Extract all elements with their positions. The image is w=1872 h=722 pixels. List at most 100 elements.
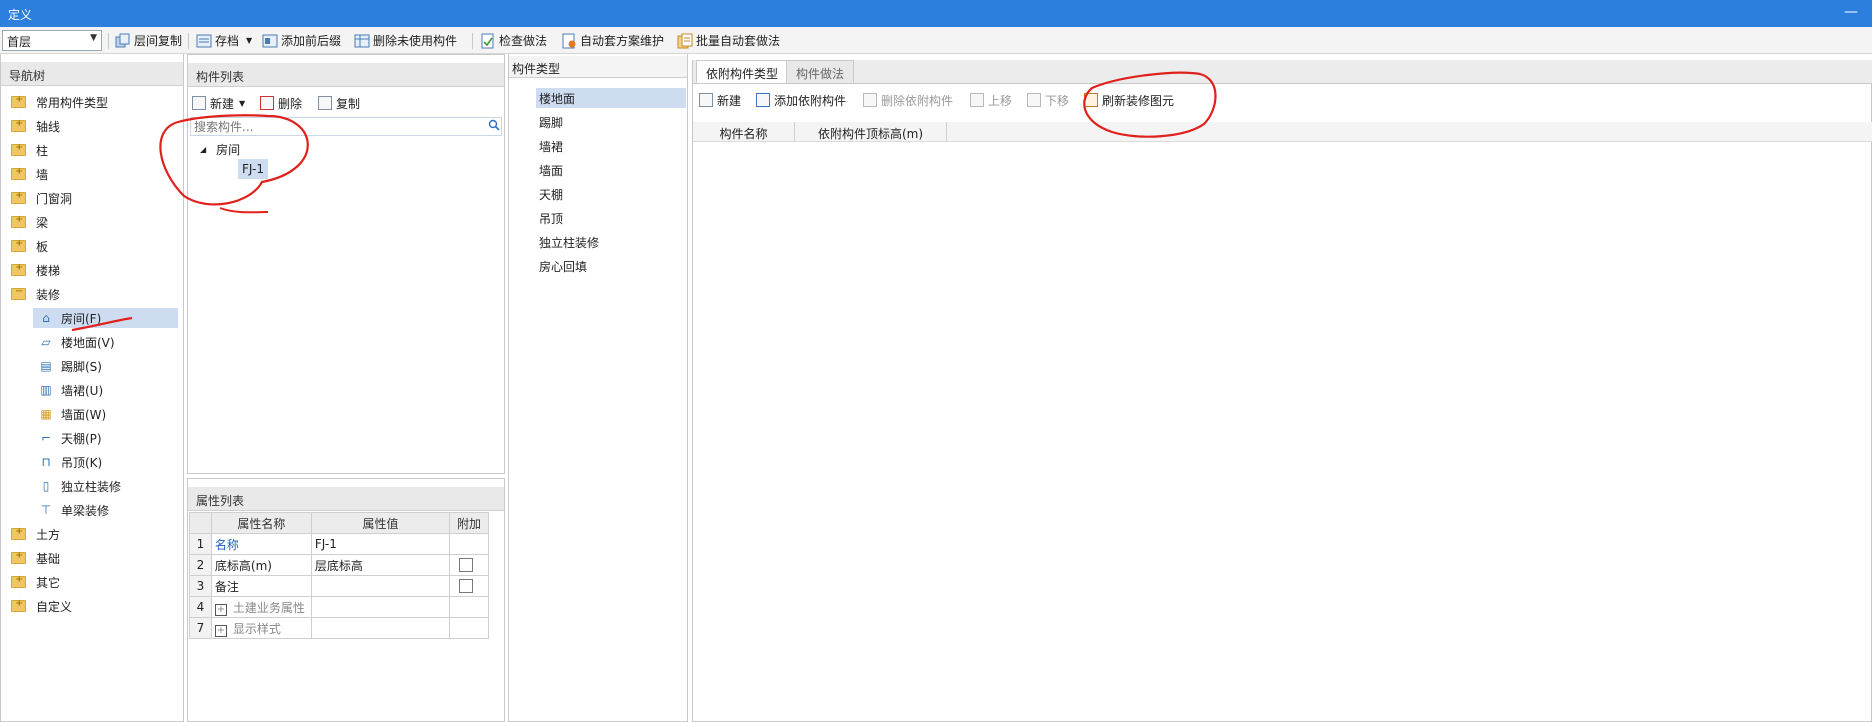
copy-between-floors-button[interactable]: 层间复制 (115, 31, 182, 50)
nav-item-suspended-ceiling[interactable]: ⊓ 吊顶(K) (33, 452, 102, 472)
folder-icon (11, 550, 26, 564)
folder-icon (11, 214, 26, 228)
search-icon[interactable] (488, 119, 500, 131)
folder-icon (11, 118, 26, 132)
nav-group-openings[interactable]: 门窗洞 (11, 188, 72, 208)
type-item-dado[interactable]: 墙裙 (536, 136, 563, 156)
add-grid-icon (756, 93, 770, 107)
nav-group-earthwork[interactable]: 土方 (11, 524, 60, 544)
dado-icon: ▥ (40, 383, 52, 397)
add-attached-button[interactable]: 添加依附构件 (756, 91, 846, 109)
auto-scheme-maintenance-button[interactable]: 自动套方案维护 (561, 31, 664, 50)
delete-component-button[interactable]: 删除 (260, 94, 302, 112)
nav-item-column-decoration[interactable]: ▯ 独立柱装修 (33, 476, 121, 496)
property-list-header: 属性列表 (188, 487, 504, 511)
nav-item-beam-decoration[interactable]: ⊤ 单梁装修 (33, 500, 109, 520)
attach-checkbox[interactable] (459, 558, 474, 573)
folder-icon (11, 190, 26, 204)
type-item-wall-surface[interactable]: 墙面 (536, 160, 563, 180)
component-list-panel: 构件列表 新建▼ 删除 复制 ◢ 房间 FJ-1 (187, 54, 505, 474)
search-field[interactable] (190, 117, 502, 136)
prefix-suffix-icon (262, 34, 278, 47)
property-table: 属性名称 属性值 附加 1 名称 FJ-1 2 底标高(m) 层底标高 3 备注 (189, 512, 489, 639)
tree-node-room[interactable]: ◢ 房间 (200, 141, 240, 158)
add-prefix-suffix-button[interactable]: 添加前后缀 (262, 31, 341, 50)
folder-icon (11, 142, 26, 156)
new-file-icon (699, 93, 713, 107)
batch-auto-method-button[interactable]: 批量自动套做法 (677, 31, 780, 50)
new-component-button[interactable]: 新建 ▼ (192, 94, 245, 112)
nav-group-column[interactable]: 柱 (11, 140, 48, 160)
arrow-up-icon (970, 93, 984, 107)
ceiling-icon: ⌐ (40, 431, 52, 445)
nav-group-stairs[interactable]: 楼梯 (11, 260, 60, 280)
toolbar-divider (108, 33, 109, 49)
nav-item-floor[interactable]: ▱ 楼地面(V) (33, 332, 114, 352)
column-header: 附加 (449, 512, 489, 534)
nav-item-room[interactable]: ⌂ 房间(F) (33, 308, 178, 328)
check-document-icon (481, 33, 494, 48)
refresh-decoration-button[interactable]: 刷新装修图元 (1084, 91, 1174, 109)
property-group[interactable]: + 土建业务属性 (210, 596, 312, 618)
nav-group-foundation[interactable]: 基础 (11, 548, 60, 568)
nav-group-decoration[interactable]: 装修 (11, 284, 60, 304)
nav-item-skirting[interactable]: ▤ 踢脚(S) (33, 356, 102, 376)
folder-icon (11, 262, 26, 276)
nav-group-custom[interactable]: 自定义 (11, 596, 72, 616)
nav-group-common[interactable]: 常用构件类型 (11, 92, 108, 112)
type-item-backfill[interactable]: 房心回填 (536, 256, 587, 276)
search-input[interactable] (194, 120, 430, 134)
type-item-skirting[interactable]: 踢脚 (536, 112, 563, 132)
delete-attached-button[interactable]: 删除依附构件 (863, 91, 953, 109)
copy-icon (318, 96, 332, 110)
component-list-header: 构件列表 (188, 63, 504, 87)
nav-group-axis[interactable]: 轴线 (11, 116, 60, 136)
table-row[interactable]: 2 底标高(m) 层底标高 (189, 554, 489, 576)
nav-group-other[interactable]: 其它 (11, 572, 60, 592)
nav-group-slab[interactable]: 板 (11, 236, 48, 256)
table-row[interactable]: 1 名称 FJ-1 (189, 533, 489, 555)
type-item-floor[interactable]: 楼地面 (536, 88, 686, 108)
nav-group-beam[interactable]: 梁 (11, 212, 48, 232)
folder-icon (11, 238, 26, 252)
table-row[interactable]: 4 + 土建业务属性 (189, 596, 489, 618)
property-group[interactable]: + 显示样式 (210, 617, 312, 639)
save-archive-button[interactable]: 存档 ▼ (196, 31, 252, 50)
type-item-ceiling[interactable]: 天棚 (536, 184, 563, 204)
new-attached-button[interactable]: 新建 (699, 91, 741, 109)
tree-expand-icon[interactable]: ◢ (200, 145, 206, 154)
tab-component-method[interactable]: 构件做法 (786, 60, 855, 83)
expand-icon[interactable]: + (214, 603, 227, 616)
minimize-button[interactable]: — (1844, 4, 1858, 20)
type-item-column-decoration[interactable]: 独立柱装修 (536, 232, 599, 252)
move-up-button[interactable]: 上移 (970, 91, 1012, 109)
folder-icon (11, 598, 26, 612)
floor-select[interactable]: 首层 ▼ (2, 30, 102, 51)
nav-item-dado[interactable]: ▥ 墙裙(U) (33, 380, 103, 400)
check-method-button[interactable]: 检查做法 (480, 31, 547, 50)
nav-group-wall[interactable]: 墙 (11, 164, 48, 184)
delete-unused-components-button[interactable]: 删除未使用构件 (354, 31, 457, 50)
attach-checkbox[interactable] (459, 579, 474, 594)
move-down-button[interactable]: 下移 (1027, 91, 1069, 109)
expand-icon[interactable]: + (214, 624, 227, 637)
property-value[interactable]: FJ-1 (310, 533, 451, 555)
property-value (310, 617, 451, 639)
window-title: 定义 (8, 8, 33, 22)
type-item-suspended-ceiling[interactable]: 吊顶 (536, 208, 563, 228)
property-value[interactable]: 层底标高 (310, 554, 451, 576)
nav-item-ceiling[interactable]: ⌐ 天棚(P) (33, 428, 102, 448)
row-number-header (189, 512, 212, 534)
table-row[interactable]: 3 备注 (189, 575, 489, 597)
table-row[interactable]: 7 + 显示样式 (189, 617, 489, 639)
copy-component-button[interactable]: 复制 (318, 94, 360, 112)
attach-cell (449, 533, 489, 555)
beam-icon: ⊤ (40, 503, 52, 517)
refresh-icon (1084, 93, 1098, 107)
property-name: 底标高(m) (210, 554, 312, 576)
suspended-ceiling-icon: ⊓ (41, 455, 51, 469)
property-value[interactable] (310, 575, 451, 597)
tree-node-fj1[interactable]: FJ-1 (238, 159, 268, 179)
tab-attached-types[interactable]: 依附构件类型 (696, 60, 789, 83)
nav-item-wall-surface[interactable]: ▦ 墙面(W) (33, 404, 106, 424)
